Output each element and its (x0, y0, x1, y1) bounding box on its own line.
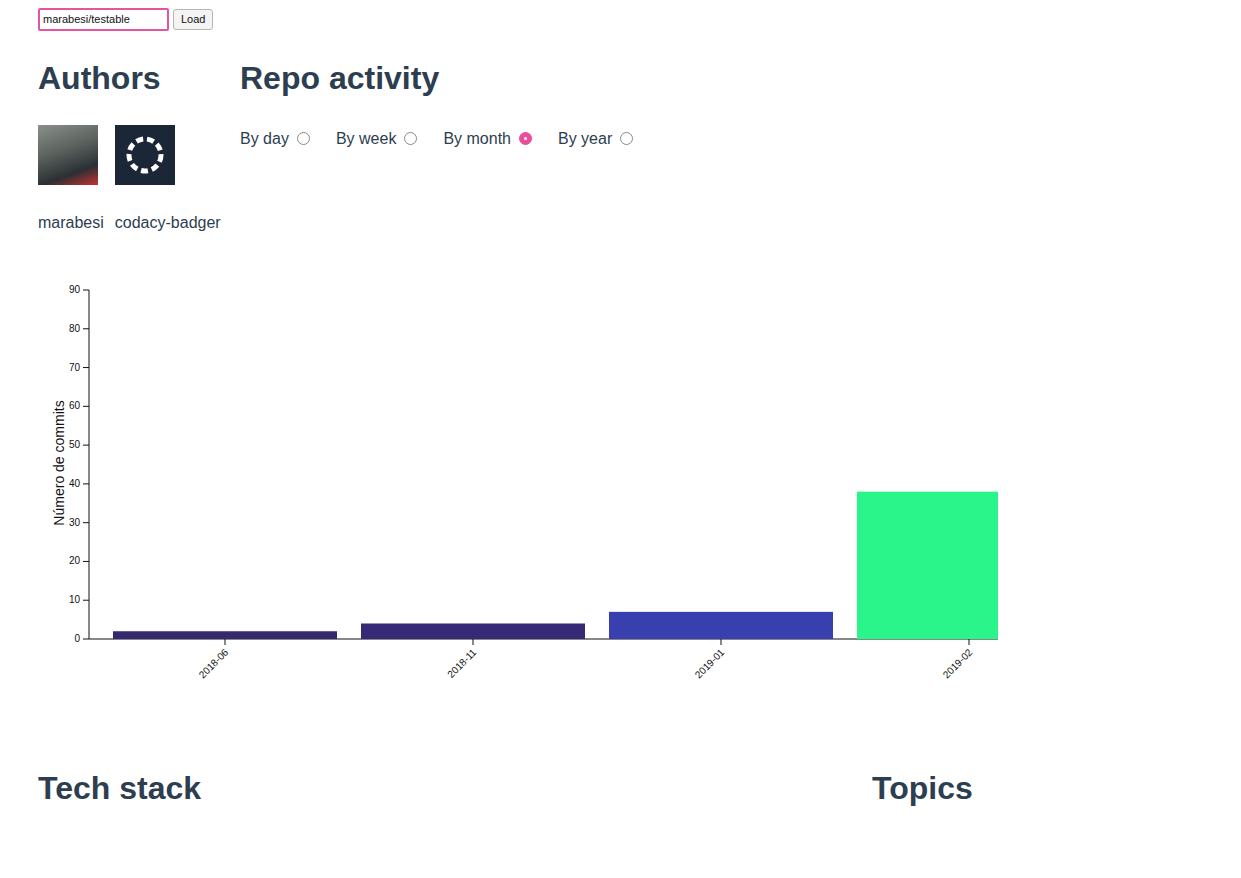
bottom-row: Tech stackTopics (38, 769, 998, 807)
x-tick (225, 639, 226, 645)
authors-heading: Authors (38, 59, 240, 97)
y-tick-label: 50 (69, 439, 81, 450)
repo-input[interactable] (38, 8, 169, 31)
chart-bar (361, 623, 585, 639)
x-tick (473, 639, 474, 645)
y-tick (83, 445, 89, 446)
codacy-ring-icon (115, 125, 175, 185)
period-radio[interactable] (519, 132, 532, 145)
authors-list: marabesi codacy-badger (38, 125, 240, 235)
period-option[interactable]: By month (443, 127, 532, 151)
bar-group (609, 612, 833, 639)
period-label: By week (336, 127, 396, 151)
main-row: Authors marabesi codacy-badger Repo activit… (38, 59, 998, 235)
x-tick-label: 2018-06 (197, 646, 231, 680)
y-tick-label: 70 (69, 361, 81, 372)
y-tick (83, 638, 89, 639)
topics-panel: Topics (872, 769, 973, 807)
activity-heading: Repo activity (240, 59, 998, 97)
period-label: By month (443, 127, 511, 151)
author-item[interactable]: codacy-badger (115, 125, 221, 235)
activity-panel: Repo activity By day By week By month By yea… (240, 59, 998, 235)
period-option[interactable]: By day (240, 127, 310, 151)
avatar-photo (38, 125, 98, 185)
commit-chart: Número de commits 0 10 20 30 40 50 60 70 80 90 2018… (38, 273, 998, 743)
period-options: By day By week By month By year (240, 127, 998, 151)
authors-panel: Authors marabesi codacy-badger (38, 59, 240, 235)
x-tick (969, 639, 970, 645)
y-tick-label: 30 (69, 517, 81, 528)
x-tick-label: 2019-01 (693, 646, 727, 680)
x-tick-label: 2019-02 (941, 646, 975, 680)
bar-group (113, 631, 337, 639)
tech-stack-panel: Tech stack (38, 769, 872, 807)
codacy-logo-icon (115, 125, 175, 185)
chart-scroll[interactable]: Número de commits 0 10 20 30 40 50 60 70 80 90 2018… (38, 273, 998, 743)
y-tick-label: 60 (69, 400, 81, 411)
y-tick (83, 289, 89, 290)
y-tick (83, 483, 89, 484)
y-tick (83, 328, 89, 329)
period-label: By day (240, 127, 289, 151)
chart-bar (113, 631, 337, 639)
y-tick-label: 40 (69, 478, 81, 489)
author-name: codacy-badger (115, 211, 221, 235)
bar-group (857, 492, 998, 639)
author-item[interactable]: marabesi (38, 125, 104, 235)
period-radio[interactable] (404, 132, 417, 145)
x-tick (721, 639, 722, 645)
y-tick-label: 10 (69, 594, 81, 605)
y-tick (83, 522, 89, 523)
period-radio[interactable] (620, 132, 633, 145)
period-option[interactable]: By year (558, 127, 633, 151)
y-tick-label: 80 (69, 323, 81, 334)
chart-bar (609, 612, 833, 639)
y-axis (89, 290, 90, 639)
y-axis-label: Número de commits (51, 400, 67, 525)
ring-icon (129, 139, 161, 171)
x-tick-label: 2018-11 (445, 646, 479, 680)
y-tick (83, 367, 89, 368)
y-tick (83, 406, 89, 407)
bar-group (361, 623, 585, 639)
repo-bar: Load (38, 8, 998, 31)
tech-stack-heading: Tech stack (38, 769, 872, 807)
y-tick-label: 0 (74, 633, 80, 644)
period-radio[interactable] (297, 132, 310, 145)
y-tick (83, 600, 89, 601)
load-button[interactable]: Load (173, 9, 213, 30)
y-tick-label: 20 (69, 555, 81, 566)
chart-bar (857, 492, 998, 639)
topics-heading: Topics (872, 769, 973, 807)
author-name: marabesi (38, 211, 104, 235)
period-option[interactable]: By week (336, 127, 417, 151)
y-tick-label: 90 (69, 284, 81, 295)
y-tick (83, 561, 89, 562)
period-label: By year (558, 127, 612, 151)
